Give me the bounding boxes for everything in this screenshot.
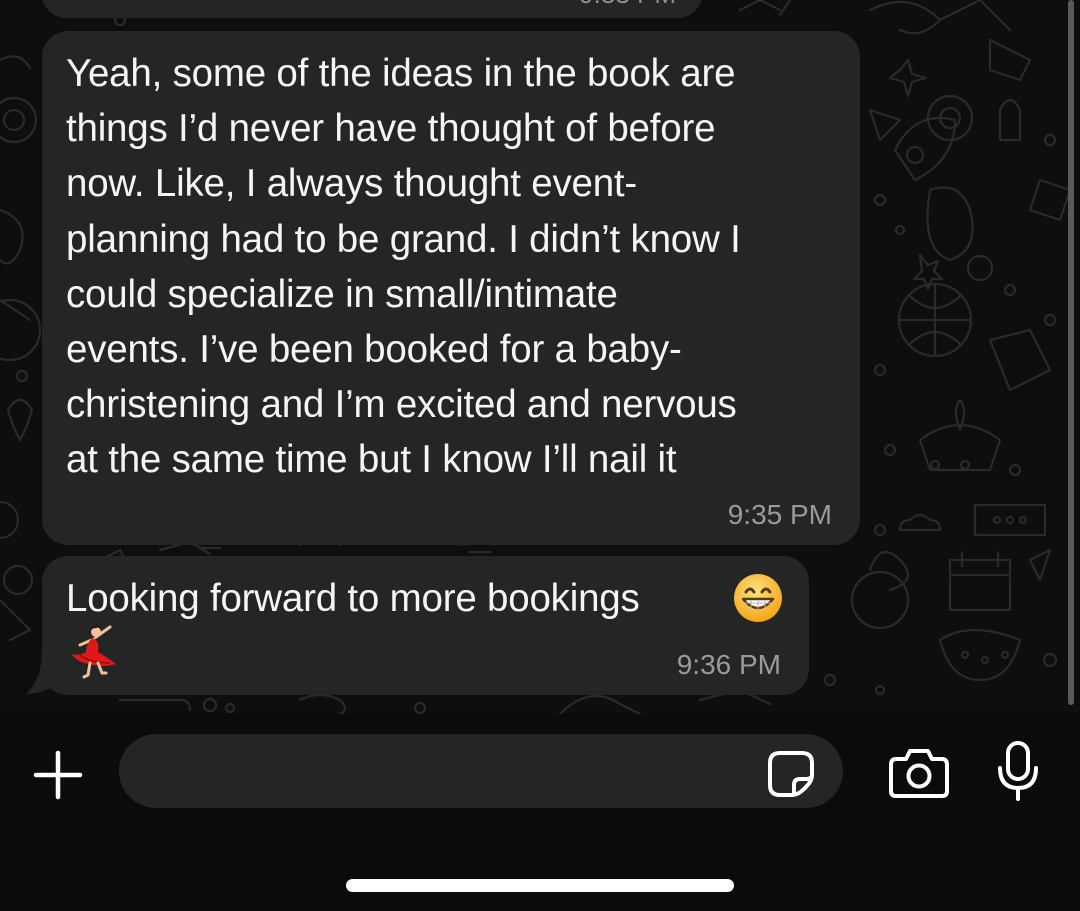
chat-area: 9:33 PM Yeah, some of the ideas in the b… xyxy=(0,0,1080,714)
previous-message-bubble[interactable]: 9:33 PM xyxy=(42,0,702,18)
message-bubble[interactable]: Yeah, some of the ideas in the book are … xyxy=(42,31,860,545)
sticker-icon[interactable] xyxy=(766,749,816,799)
message-text: Yeah, some of the ideas in the book are … xyxy=(66,52,741,482)
home-indicator[interactable] xyxy=(346,879,734,892)
message-composer xyxy=(0,714,1080,911)
message-time: 9:35 PM xyxy=(727,499,832,530)
chat-scrollbar[interactable] xyxy=(1068,0,1074,705)
message-text: Looking forward to more bookings xyxy=(66,577,640,620)
message-bubble[interactable]: Looking forward to more bookings 9:36 PM xyxy=(42,556,809,695)
plus-icon[interactable] xyxy=(30,747,86,803)
previous-message-time: 9:33 PM xyxy=(579,0,676,10)
grinning-face-icon xyxy=(734,574,782,622)
message-time: 9:36 PM xyxy=(676,649,781,680)
camera-icon[interactable] xyxy=(888,747,950,799)
microphone-icon[interactable] xyxy=(996,740,1040,802)
message-input[interactable] xyxy=(119,734,843,808)
woman-dancing-icon xyxy=(72,624,116,679)
